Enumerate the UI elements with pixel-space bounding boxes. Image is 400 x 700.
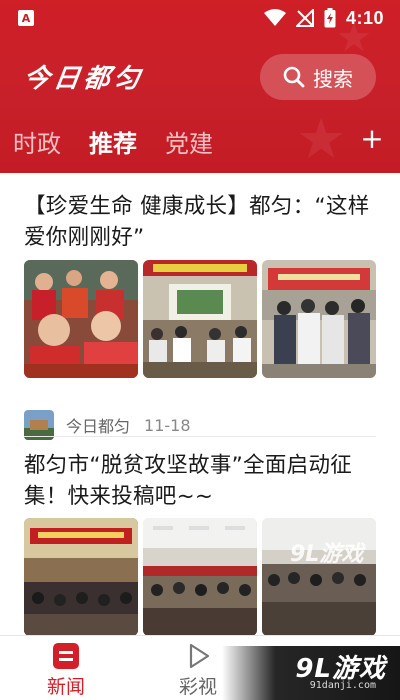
channel-tabs: 时政 推荐 党建 + xyxy=(0,118,400,164)
watermark-text: 9L游戏 xyxy=(290,542,364,567)
app-header: ★ ★ A 4:10 今日都匀 搜索 时政 推荐 党建 + xyxy=(0,0,400,173)
article-title[interactable]: 【珍爱生命 健康成长】都匀：“这样爱你刚刚好” xyxy=(24,191,376,253)
article-image[interactable] xyxy=(24,260,138,378)
app-notification-icon: A xyxy=(18,10,34,26)
play-icon xyxy=(189,643,210,669)
source-name: 今日都匀 xyxy=(66,417,131,436)
tab-dangjian[interactable]: 党建 xyxy=(165,124,213,159)
nav-news-label: 新闻 xyxy=(46,676,85,698)
article-image[interactable]: 9L游戏 xyxy=(262,518,376,635)
app-logo: 今日都匀 xyxy=(21,64,146,94)
article-card[interactable]: 【珍爱生命 健康成长】都匀：“这样爱你刚刚好” 今日都匀 11-18 xyxy=(24,191,376,440)
tab-shizheng[interactable]: 时政 xyxy=(13,124,61,159)
watermark-url: 91danji.com xyxy=(309,680,376,691)
publish-date: 11-18 xyxy=(144,415,191,435)
search-button[interactable]: 搜索 xyxy=(260,54,376,100)
nav-news[interactable]: 新闻 xyxy=(26,636,106,700)
article-image[interactable] xyxy=(143,518,257,635)
site-watermark: 9L游戏 91danji.com xyxy=(222,646,400,700)
article-card[interactable]: 都匀市“脱贫攻坚故事”全面启动征集！快来投稿吧~~ 9L游戏 xyxy=(24,450,376,635)
wifi-icon xyxy=(263,9,286,26)
divider xyxy=(24,436,376,437)
news-icon xyxy=(53,643,79,669)
search-icon xyxy=(283,66,305,88)
article-image[interactable] xyxy=(143,260,257,378)
article-image[interactable] xyxy=(262,260,376,378)
add-channel-button[interactable]: + xyxy=(360,125,384,153)
battery-charging-icon xyxy=(324,8,336,28)
status-bar: A 4:10 xyxy=(0,0,400,36)
no-signal-icon xyxy=(295,9,314,27)
article-image[interactable] xyxy=(24,518,138,635)
article-title[interactable]: 都匀市“脱贫攻坚故事”全面启动征集！快来投稿吧~~ xyxy=(24,450,376,512)
news-feed: 【珍爱生命 健康成长】都匀：“这样爱你刚刚好” 今日都匀 11-18 都匀市“脱… xyxy=(0,173,400,635)
status-time: 4:10 xyxy=(345,7,384,28)
tab-tuijian[interactable]: 推荐 xyxy=(89,124,137,159)
search-button-label: 搜索 xyxy=(313,66,353,91)
